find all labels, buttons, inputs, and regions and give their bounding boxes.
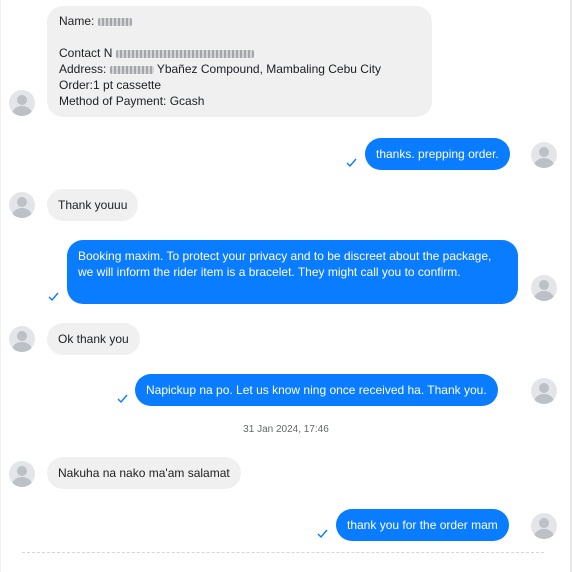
read-check-icon	[317, 528, 328, 539]
order-address-line: Address: Ybañez Compound, Mambaling Cebu…	[59, 61, 420, 77]
order-payment-line: Method of Payment: Gcash	[59, 94, 205, 108]
message-bubble-incoming: Thank youuu	[47, 189, 139, 221]
contact-avatar-icon[interactable]	[9, 192, 35, 218]
order-address-label: Address:	[59, 62, 107, 76]
order-name-label: Name:	[59, 14, 95, 28]
message-bubble-outgoing: Booking maxim. To protect your privacy a…	[67, 240, 518, 304]
message-bubble-incoming: Ok thank you	[47, 323, 140, 355]
message-text: thanks. prepping order.	[376, 147, 499, 161]
user-avatar-icon[interactable]	[531, 378, 557, 404]
read-check-icon	[117, 393, 128, 404]
message-bubble-outgoing: Napickup na po. Let us know ning once re…	[135, 374, 498, 406]
message-bubble-incoming: Nakuha na nako ma'am salamat	[47, 457, 241, 489]
contact-avatar-icon[interactable]	[9, 461, 35, 487]
order-contact-line: Contact N	[59, 45, 420, 61]
order-address-visible: Ybañez Compound, Mambaling Cebu City	[156, 62, 381, 76]
left-border	[0, 0, 1, 572]
contact-avatar-icon[interactable]	[9, 90, 35, 116]
user-avatar-icon[interactable]	[531, 275, 557, 301]
message-text: Ok thank you	[58, 332, 129, 346]
order-name-line: Name:	[59, 13, 420, 29]
redacted-address	[109, 65, 154, 74]
message-text: Napickup na po. Let us know ning once re…	[146, 383, 487, 397]
user-avatar-icon[interactable]	[531, 513, 557, 539]
message-text: thank you for the order mam	[347, 518, 498, 532]
redacted-name	[97, 17, 132, 26]
read-check-icon	[346, 157, 357, 168]
timestamp-divider: 31 Jan 2024, 17:46	[243, 424, 329, 435]
order-details-bubble: Name: Contact N Address: Ybañez Compound…	[47, 6, 432, 117]
bottom-divider	[22, 552, 544, 553]
redacted-contact	[115, 49, 254, 58]
message-bubble-outgoing: thank you for the order mam	[336, 509, 509, 541]
read-check-icon	[48, 291, 59, 302]
message-text: Nakuha na nako ma'am salamat	[58, 466, 230, 480]
user-avatar-icon[interactable]	[531, 142, 557, 168]
contact-avatar-icon[interactable]	[9, 326, 35, 352]
order-contact-label: Contact N	[59, 46, 113, 60]
order-item-line: Order:1 pt cassette	[59, 78, 162, 92]
message-text: Booking maxim. To protect your privacy a…	[78, 249, 492, 279]
message-text: Thank youuu	[58, 198, 128, 212]
message-bubble-outgoing: thanks. prepping order.	[365, 138, 510, 170]
